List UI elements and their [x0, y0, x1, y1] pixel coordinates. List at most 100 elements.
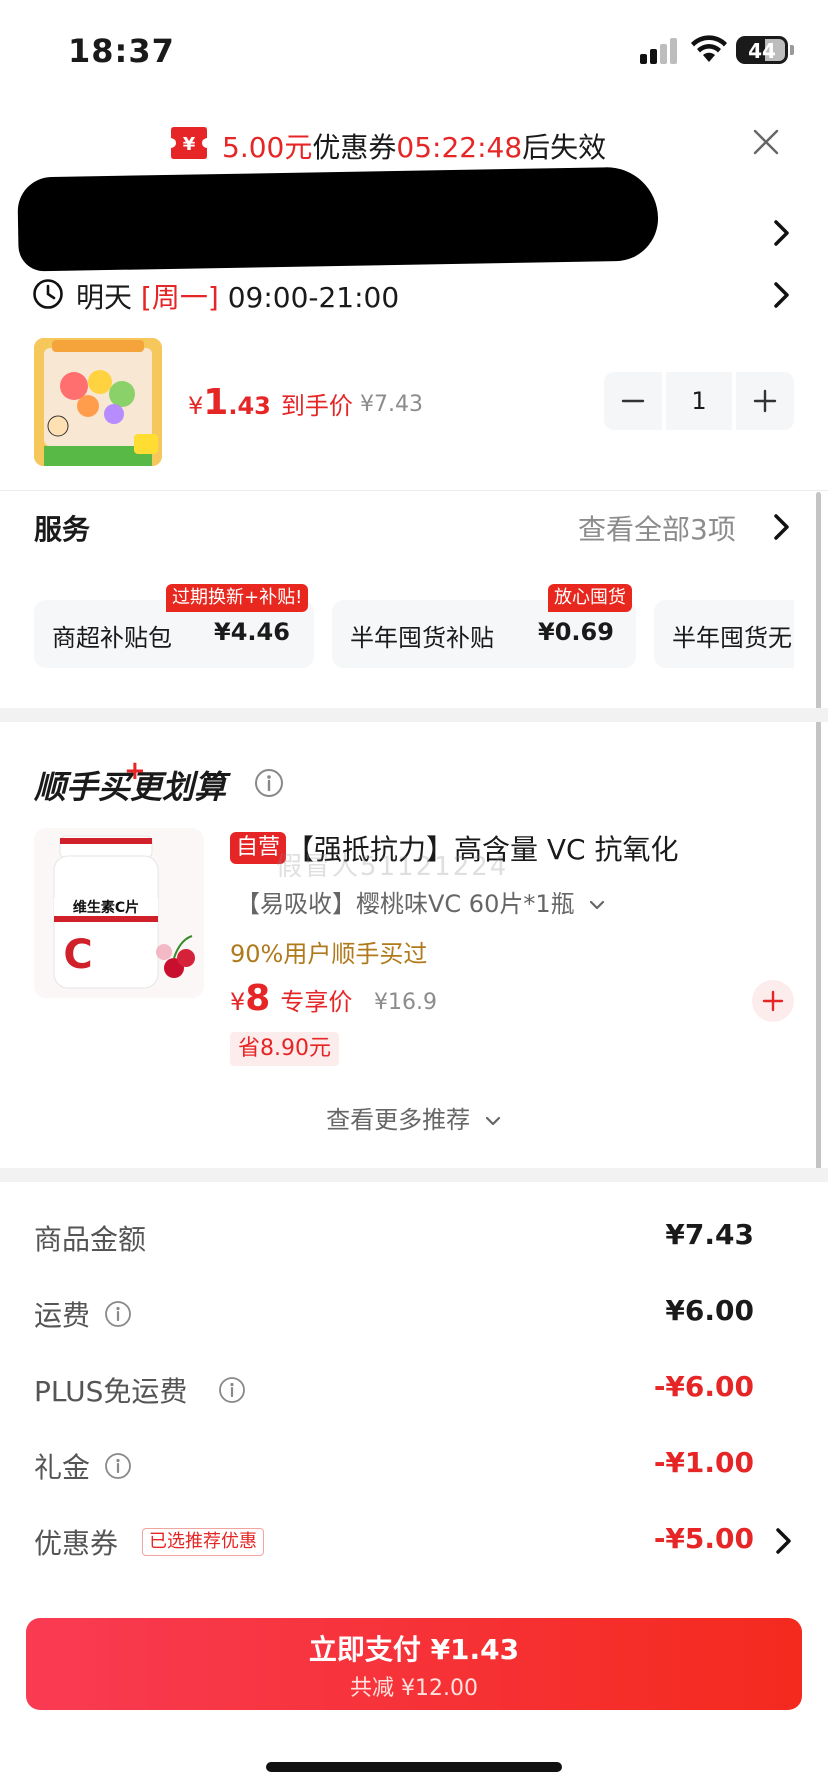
- chevron-right-icon: [774, 282, 789, 308]
- close-icon[interactable]: [752, 128, 780, 156]
- coupon-countdown-text: 5.00元优惠券05:22:48后失效: [222, 126, 606, 166]
- chevron-right-icon[interactable]: [772, 512, 792, 542]
- chevron-right-icon[interactable]: [772, 218, 792, 248]
- price-tag: 专享价: [280, 988, 353, 1016]
- coupon-countdown: 05:22:48: [396, 131, 523, 164]
- product-final-price: ¥1.43 到手价: [188, 382, 353, 423]
- coupon-row-label: 优惠券: [34, 1527, 119, 1560]
- home-indicator[interactable]: [266, 1762, 562, 1772]
- delivery-time-range: 09:00-21:00: [227, 281, 400, 314]
- currency-symbol: ¥: [188, 392, 204, 420]
- service-name: 半年囤货补贴: [350, 624, 494, 652]
- svg-text:C: C: [63, 932, 92, 978]
- svg-text:¥: ¥: [183, 134, 196, 155]
- chevron-down-icon: [590, 900, 605, 910]
- section-divider: [0, 708, 828, 722]
- info-icon[interactable]: [104, 1300, 132, 1328]
- upsell-price: ¥8 专享价: [230, 978, 352, 1019]
- plus-icon: [753, 389, 777, 413]
- address-redacted[interactable]: [17, 166, 659, 272]
- service-price: ¥4.46: [214, 618, 290, 646]
- coupon-suffix: 后失效: [522, 131, 607, 164]
- add-upsell-button[interactable]: [752, 980, 794, 1022]
- more-recommendations-text: 查看更多推荐: [326, 1106, 471, 1134]
- goods-amount-value: ¥7.43: [665, 1218, 754, 1251]
- quantity-value[interactable]: 1: [666, 372, 732, 430]
- service-card[interactable]: 半年囤货无: [654, 600, 794, 668]
- coupon-icon: ¥: [171, 127, 207, 159]
- plus-icon: [762, 990, 784, 1012]
- section-divider: [0, 1168, 828, 1182]
- delivery-time-row[interactable]: 明天 [周一] 09:00-21:00: [32, 276, 802, 316]
- clock-icon: [33, 279, 63, 309]
- shipping-value: ¥6.00: [665, 1294, 754, 1327]
- pay-now-button[interactable]: 立即支付 ¥1.43 共减 ¥12.00: [26, 1618, 802, 1710]
- shipping-label: 运费: [34, 1299, 91, 1332]
- pay-now-label: 立即支付 ¥1.43: [308, 1633, 520, 1666]
- delivery-day: 明天: [76, 281, 133, 314]
- service-view-all-link[interactable]: 查看全部3项: [578, 508, 736, 548]
- coupon-value: -¥5.00: [653, 1522, 754, 1555]
- summary-goods-row: 商品金额 ¥7.43: [34, 1218, 794, 1258]
- service-card[interactable]: 放心囤货 半年囤货补贴 ¥0.69: [332, 584, 636, 668]
- battery-tip: [790, 45, 794, 55]
- price-integer: 1: [203, 382, 229, 423]
- plus-free-shipping-value: -¥6.00: [653, 1370, 754, 1403]
- bottle-label: 维生素C片: [73, 899, 139, 916]
- delivery-text: 明天 [周一] 09:00-21:00: [76, 276, 399, 316]
- service-name: 商超补贴包: [52, 624, 172, 652]
- summary-coupon-row[interactable]: 优惠券 已选推荐优惠 -¥5.00: [34, 1522, 794, 1562]
- divider: [0, 490, 828, 491]
- upsell-stat: 90%用户顺手买过: [230, 940, 428, 968]
- summary-shipping-row: 运费 ¥6.00: [34, 1294, 794, 1334]
- pay-total-discount: 共减 ¥12.00: [350, 1676, 478, 1701]
- vitamin-bottle-illustration: 维生素C片 C: [34, 828, 204, 998]
- recommended-discount-badge: 已选推荐优惠: [142, 1528, 264, 1556]
- service-card[interactable]: 过期换新+补贴! 商超补贴包 ¥4.46: [34, 584, 314, 668]
- increase-button[interactable]: [736, 372, 794, 430]
- price-decimal: .43: [228, 392, 271, 420]
- vitamin-c-image[interactable]: 维生素C片 C: [34, 828, 204, 998]
- chevron-right-icon: [776, 1528, 791, 1554]
- status-bar: 18:37 44: [0, 0, 828, 100]
- watermark: 假冒人51121224: [276, 852, 509, 882]
- upsell-spec-text: 【易吸收】樱桃味VC 60片*1瓶: [236, 890, 575, 918]
- quantity-stepper: 1: [604, 372, 794, 430]
- price-integer: 8: [245, 978, 271, 1019]
- jelly-pack-illustration: [34, 338, 162, 466]
- plus-free-shipping-label: PLUS免运费: [34, 1375, 188, 1408]
- price-tag: 到手价: [280, 392, 353, 420]
- product-image[interactable]: [34, 338, 162, 466]
- upsell-original-price: ¥16.9: [374, 990, 437, 1015]
- summary-plus-row: PLUS免运费 -¥6.00: [34, 1370, 794, 1410]
- decrease-button[interactable]: [604, 372, 662, 430]
- scrollbar[interactable]: [816, 492, 821, 1180]
- service-title: 服务: [34, 513, 91, 546]
- savings-tag: 省8.90元: [230, 1032, 339, 1066]
- signal-icon: [640, 38, 680, 64]
- wifi-icon: [691, 35, 727, 62]
- goods-amount-label: 商品金额: [34, 1223, 147, 1256]
- product-original-price: ¥7.43: [360, 392, 423, 417]
- service-name: 半年囤货无: [672, 624, 792, 652]
- coupon-amount: 5.00元: [222, 131, 313, 164]
- gift-value: -¥1.00: [653, 1446, 754, 1479]
- battery-level: 44: [748, 39, 776, 63]
- upsell-spec-select[interactable]: 【易吸收】樱桃味VC 60片*1瓶: [236, 884, 606, 919]
- gift-label: 礼金: [34, 1451, 91, 1484]
- info-icon[interactable]: [218, 1376, 246, 1404]
- sparkle-plus-icon: +: [124, 756, 146, 786]
- info-icon[interactable]: [254, 768, 284, 798]
- coupon-label: 优惠券: [312, 131, 397, 164]
- coupon-banner: ¥ 5.00元优惠券05:22:48后失效: [0, 118, 828, 174]
- status-time: 18:37: [68, 32, 175, 70]
- info-icon[interactable]: [104, 1452, 132, 1480]
- more-recommendations-link[interactable]: 查看更多推荐: [0, 1100, 828, 1135]
- minus-icon: [621, 399, 645, 403]
- currency-symbol: ¥: [230, 988, 246, 1016]
- chevron-down-icon: [485, 1116, 500, 1126]
- service-price: ¥0.69: [538, 618, 614, 646]
- battery-icon: 44: [736, 36, 788, 64]
- service-badge: 放心囤货: [548, 584, 632, 612]
- summary-gift-row: 礼金 -¥1.00: [34, 1446, 794, 1486]
